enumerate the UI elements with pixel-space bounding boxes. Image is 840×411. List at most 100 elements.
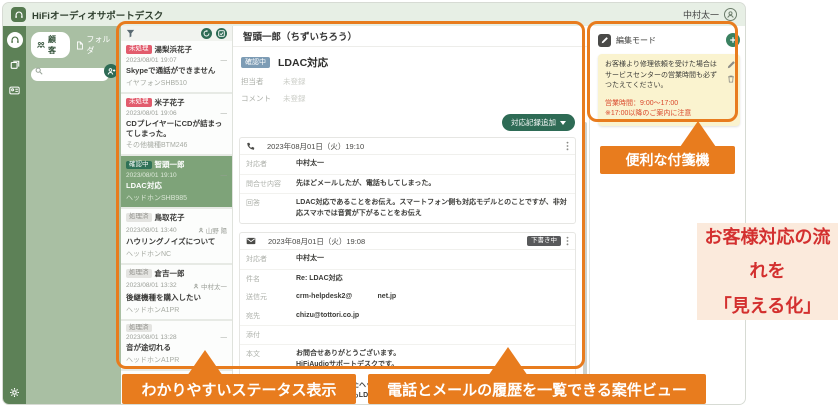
field-value: 中村太一 xyxy=(296,255,324,262)
ticket-assignee: — xyxy=(220,109,228,117)
status-badge: 処理済 xyxy=(126,323,152,332)
field-value: 中村太一 xyxy=(296,160,324,167)
add-customer-button[interactable] xyxy=(104,64,118,78)
ticket-customer-name: 智頭一郎 xyxy=(154,160,185,170)
callout-case-view: 電話とメールの履歴を一覧できる案件ビュー xyxy=(368,374,706,404)
ticket-list-item[interactable]: 処理済 鳥取花子 2023/08/01 13:40 山野 陽 ハウリングノイズについ… xyxy=(121,209,232,265)
case-status-badge: 確認中 xyxy=(241,57,270,68)
ticket-datetime: 2023/08/01 13:40 xyxy=(126,226,177,234)
user-avatar-icon[interactable] xyxy=(724,8,737,21)
document-icon xyxy=(77,40,84,50)
field-label: 対応者 xyxy=(246,161,267,168)
ticket-product: ヘッドホンSHB985 xyxy=(126,195,188,202)
add-note-button[interactable] xyxy=(726,33,740,47)
field-label: 送信元 xyxy=(246,294,267,301)
ticket-list-item-selected[interactable]: 確認中 智頭一郎 2023/08/01 19:10 — LDAC対応 ヘッドホンSH… xyxy=(121,156,232,209)
sticky-notes-panel: 編集モード お客様より修理依頼を受けた場合はサービスセンターの営業時間も必ずつた… xyxy=(589,26,745,404)
ticket-list-toolbar xyxy=(121,26,232,41)
callout-pointer-sticky xyxy=(680,121,716,147)
comment-label: コメント xyxy=(241,94,271,103)
field-label: 添付 xyxy=(246,332,260,339)
status-badge: 確認中 xyxy=(126,160,152,169)
field-value: LDAC対応であることをお伝え。スマートフォン側も対応モデルとのことですが、非対… xyxy=(296,199,567,217)
support-desk-nav-icon[interactable] xyxy=(6,32,23,48)
settings-gear-icon[interactable] xyxy=(3,387,26,398)
ticket-title: 後継機種を購入したい xyxy=(126,292,201,302)
field-label: 問合せ内容 xyxy=(246,180,281,188)
ticket-product: ヘッドホンA1PR xyxy=(126,306,180,314)
kebab-menu-icon[interactable] xyxy=(566,141,569,151)
ticket-datetime: 2023/08/01 19:10 xyxy=(126,172,177,180)
edit-mode-toggle-icon[interactable] xyxy=(598,33,611,47)
edit-pencil-icon[interactable] xyxy=(727,61,735,69)
people-icon xyxy=(37,41,45,48)
sticky-note-hours: 営業時間：9:00〜17:00 xyxy=(605,99,679,107)
ticket-assignee: 山野 陽 xyxy=(198,225,227,235)
annotation-flow-visualization: お客様対応の流れを 「見える化」 xyxy=(697,223,838,320)
tab-folders[interactable]: フォルダ xyxy=(74,32,117,58)
customer-search-row xyxy=(26,62,121,84)
headset-logo-icon xyxy=(11,7,26,22)
status-badge: 未処理 xyxy=(126,45,152,54)
ticket-title: LDAC対応 xyxy=(126,181,162,191)
field-value: 先ほどメールしたが、電話もしてしまった。 xyxy=(296,179,436,187)
draft-status-badge: 下書き中 xyxy=(527,235,561,247)
case-title: LDAC対応 xyxy=(278,57,329,69)
edit-mode-label: 編集モード xyxy=(616,35,656,45)
assignee-label: 担当者 xyxy=(241,77,264,86)
contacts-nav-icon[interactable] xyxy=(7,82,23,98)
callout-status-display: わかりやすいステータス表示 xyxy=(122,374,356,404)
tab-customers-label: 顧客 xyxy=(48,35,56,55)
email-record-datetime: 2023年08月01日（火）19:08 xyxy=(268,236,366,246)
ticket-list-item[interactable]: 未処理 湯梨浜花子 2023/08/01 19:07 — Skypeで通話ができませ… xyxy=(121,41,232,94)
detail-scrollbar[interactable] xyxy=(583,122,587,404)
ticket-title: ハウリングノイズについて xyxy=(126,237,216,246)
bulk-edit-button[interactable] xyxy=(216,28,227,39)
ticket-customer-name: 鳥取花子 xyxy=(154,213,185,222)
ticket-datetime: 2023/08/01 19:07 xyxy=(126,57,177,64)
sticky-note-body: お客様より修理依頼を受けた場合はサービスセンターの営業時間も必ずつたえてください… xyxy=(605,61,717,89)
ticket-datetime: 2023/08/01 13:32 xyxy=(126,282,177,290)
kebab-menu-icon[interactable] xyxy=(566,236,569,246)
field-value: Re: LDAC対応 xyxy=(296,274,343,282)
case-detail-panel: 智頭一郎（ちずいちろう） 確認中 LDAC対応 担当者 未登録 コメント 未登録… xyxy=(233,26,589,404)
add-record-button[interactable]: 対応記録追加 xyxy=(502,114,575,131)
ticket-customer-name: 倉吉一郎 xyxy=(154,268,185,278)
add-record-label: 対応記録追加 xyxy=(511,118,556,127)
boards-nav-icon[interactable] xyxy=(7,57,23,73)
person-icon xyxy=(193,283,199,289)
sticky-note-warning: ※17:00以降のご案内に注意 xyxy=(605,110,692,117)
ticket-assignee: — xyxy=(220,172,228,180)
ticket-list-item[interactable]: 処理済 倉吉一郎 2023/08/01 13:32 中村太一 後継機種を購入したい … xyxy=(121,264,232,321)
callout-pointer-case-view xyxy=(488,347,528,376)
screenshot-stage: HiFiオーディオサポートデスク 中村太一 顧客 フォルダ 未処理 湯梨浜花子 … xyxy=(0,0,840,411)
person-icon xyxy=(198,227,203,233)
search-icon xyxy=(35,67,43,75)
ticket-assignee: — xyxy=(220,57,228,64)
callout-sticky-feature: 便利な付箋機 xyxy=(600,146,735,174)
phone-record-card: 2023年08月01日（火）19:10 対応者 中村太一 問合せ内容 先ほどメールし… xyxy=(239,137,576,224)
customer-nav-panel: 顧客 フォルダ xyxy=(26,26,121,404)
ticket-assignee: — xyxy=(220,334,228,341)
sticky-note[interactable]: お客様より修理依頼を受けた場合はサービスセンターの営業時間も必ずつたえてください… xyxy=(598,54,740,126)
filter-funnel-icon[interactable] xyxy=(126,29,135,38)
ticket-title: CDプレイヤーにCDが詰まってしまった。 xyxy=(126,118,223,138)
tab-customers[interactable]: 顧客 xyxy=(31,32,71,58)
comment-value[interactable]: 未登録 xyxy=(283,93,306,104)
refresh-button[interactable] xyxy=(201,28,212,39)
chevron-down-icon xyxy=(560,120,566,125)
trash-icon[interactable] xyxy=(727,75,735,83)
status-badge: 処理済 xyxy=(126,213,152,222)
assignee-value[interactable]: 未登録 xyxy=(283,76,306,87)
field-label: 宛先 xyxy=(246,312,260,320)
envelope-icon xyxy=(246,237,256,245)
field-label: 対応者 xyxy=(246,256,267,263)
field-label: 回答 xyxy=(246,200,260,207)
phone-icon xyxy=(246,142,255,151)
ticket-customer-name: 米子花子 xyxy=(154,97,185,107)
flow-line2: 「見える化」 xyxy=(713,295,822,316)
ticket-product: その他機種BTM246 xyxy=(126,142,188,150)
ticket-datetime: 2023/08/01 19:06 xyxy=(126,109,177,117)
nav-tabs: 顧客 フォルダ xyxy=(26,26,121,62)
ticket-list-item[interactable]: 未処理 米子花子 2023/08/01 19:06 — CDプレイヤーにCDが詰まっ… xyxy=(121,93,232,157)
